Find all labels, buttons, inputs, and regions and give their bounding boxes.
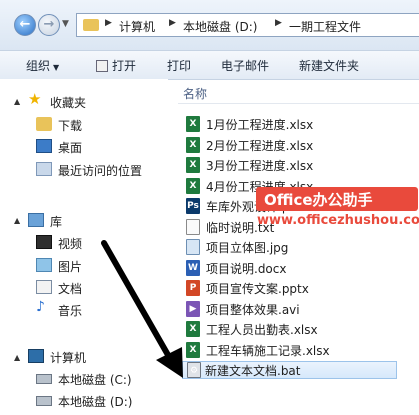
annotation-arrow-icon xyxy=(101,240,183,378)
